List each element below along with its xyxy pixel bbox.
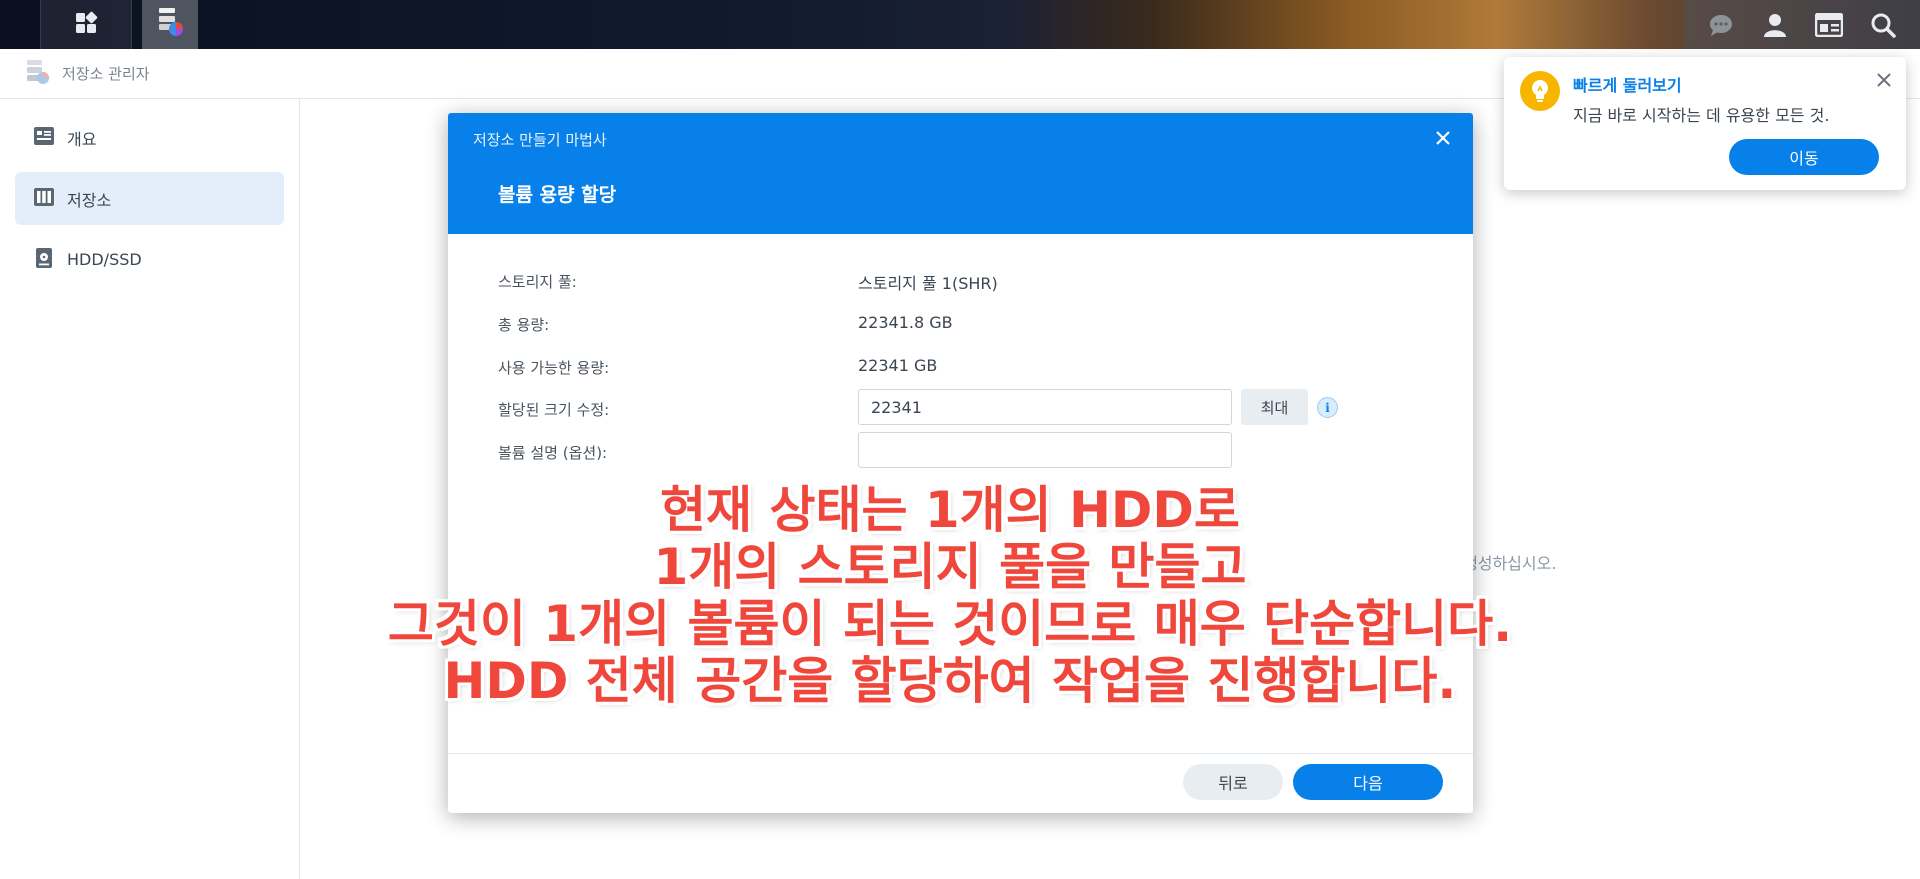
annotation-line: 1개의 스토리지 풀을 만들고 [653, 538, 1247, 596]
allocated-size-input[interactable]: 22341 [858, 389, 1232, 425]
chat-icon[interactable] [1701, 5, 1741, 45]
overview-icon [33, 126, 55, 150]
toast-title: 빠르게 둘러보기 [1573, 76, 1682, 95]
dialog-footer: 뒤로 다음 [448, 753, 1473, 813]
sidebar-item-hdd-ssd[interactable]: HDD/SSD [15, 233, 284, 286]
available-capacity-value: 22341 GB [858, 356, 938, 375]
volume-description-input[interactable] [858, 432, 1232, 468]
annotation-overlay-text: 현재 상태는 1개의 HDD로 1개의 스토리지 풀을 만들고 그것이 1개의 … [300, 482, 1600, 710]
allocated-size-label: 할당된 크기 수정: [498, 401, 610, 419]
annotation-line: 현재 상태는 1개의 HDD로 [660, 481, 1240, 539]
sidebar: 개요 저장소 HDD/SSD [0, 99, 300, 879]
storage-manager-taskbar-button[interactable] [142, 0, 198, 49]
main-menu-icon [74, 11, 98, 39]
close-icon [1436, 130, 1450, 149]
info-icon[interactable]: i [1317, 397, 1338, 418]
dialog-close-button[interactable] [1431, 127, 1455, 151]
quick-tour-toast: 빠르게 둘러보기 지금 바로 시작하는 데 유용한 모든 것. 이동 [1504, 57, 1906, 190]
toast-go-button[interactable]: 이동 [1729, 139, 1879, 175]
volume-description-label: 볼륨 설명 (옵션): [498, 444, 608, 462]
next-button[interactable]: 다음 [1293, 764, 1443, 800]
total-capacity-label: 총 용량: [498, 316, 550, 334]
widgets-icon[interactable] [1809, 5, 1849, 45]
toast-close-button[interactable] [1874, 71, 1894, 91]
lightbulb-icon [1520, 71, 1560, 111]
storage-icon [33, 187, 55, 211]
available-capacity-label: 사용 가능한 용량: [498, 359, 610, 377]
storage-manager-small-icon [24, 58, 52, 90]
step-title: 볼륨 용량 할당 [498, 184, 617, 206]
annotation-line: 그것이 1개의 볼륨이 되는 것이므로 매우 단순합니다. [387, 595, 1513, 653]
sidebar-item-label: 개요 [67, 129, 97, 149]
back-button[interactable]: 뒤로 [1183, 764, 1283, 800]
storage-pool-label: 스토리지 풀: [498, 273, 577, 291]
sidebar-item-label: HDD/SSD [67, 250, 142, 269]
max-button[interactable]: 최대 [1241, 389, 1308, 425]
main-menu-button[interactable] [40, 0, 132, 49]
taskbar [0, 0, 1920, 49]
search-icon[interactable] [1863, 5, 1903, 45]
toast-text: 지금 바로 시작하는 데 유용한 모든 것. [1573, 106, 1830, 125]
dialog-header: 저장소 만들기 마법사 볼륨 용량 할당 [448, 113, 1473, 234]
annotation-line: HDD 전체 공간을 할당하여 작업을 진행합니다. [443, 652, 1457, 710]
close-icon [1877, 72, 1891, 91]
taskbar-system-area [1684, 0, 1920, 49]
user-icon[interactable] [1755, 5, 1795, 45]
sidebar-item-overview[interactable]: 개요 [15, 111, 284, 164]
total-capacity-value: 22341.8 GB [858, 313, 953, 332]
storage-manager-app-icon [156, 7, 184, 42]
wizard-title: 저장소 만들기 마법사 [473, 131, 607, 149]
hdd-icon [33, 247, 55, 272]
storage-pool-value: 스토리지 풀 1(SHR) [858, 274, 998, 293]
window-title: 저장소 관리자 [62, 65, 150, 83]
sidebar-item-storage[interactable]: 저장소 [15, 172, 284, 225]
sidebar-item-label: 저장소 [67, 190, 112, 210]
